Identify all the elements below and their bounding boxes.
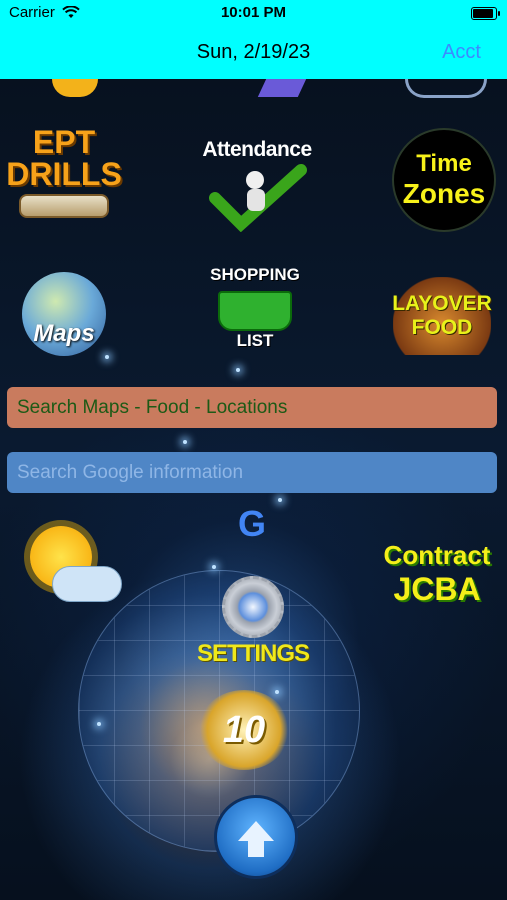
time-label: Time	[416, 150, 472, 177]
ept-label: EPT	[32, 124, 96, 160]
maps-label: Maps	[33, 320, 95, 347]
google-search-input[interactable]	[7, 452, 497, 493]
page-title: Sun, 2/19/23	[196, 41, 311, 63]
header-bar: Carrier 10:01 PM Sun, 2/19/23 Acct	[0, 0, 507, 79]
ept-drills-icon[interactable]: EPT DRILLS	[6, 124, 122, 220]
attendance-icon[interactable]: Attendance	[196, 135, 318, 235]
shopping-list-icon[interactable]: SHOPPING LIST	[198, 258, 312, 358]
anniversary-icon[interactable]: 10	[198, 690, 290, 770]
google-icon[interactable]: G	[232, 503, 272, 544]
list-label: LIST	[236, 331, 274, 350]
jcba-label: JCBA	[393, 571, 481, 607]
sparkle	[275, 690, 279, 694]
arrow-graphic	[238, 821, 274, 857]
sparkle	[105, 355, 109, 359]
cloud-graphic	[52, 566, 122, 602]
weather-icon[interactable]	[22, 522, 124, 622]
clock: 10:01 PM	[220, 4, 287, 21]
up-arrow-icon[interactable]	[214, 795, 298, 879]
basket-graphic	[218, 291, 292, 331]
settings-icon[interactable]: SETTINGS	[197, 572, 310, 672]
checkmark-figure-icon	[209, 164, 307, 232]
drills-label: DRILLS	[6, 156, 122, 192]
shopping-label: SHOPPING	[210, 265, 300, 284]
battery-icon	[471, 7, 500, 20]
pool-graphic	[19, 194, 109, 218]
sparkle	[183, 440, 187, 444]
sparkle	[212, 565, 216, 569]
contract-jcba-icon[interactable]: Contract JCBA	[384, 528, 491, 620]
layover-food-icon[interactable]: LAYOVER FOOD	[392, 277, 492, 355]
maps-icon[interactable]: Maps	[22, 272, 106, 356]
settings-label: SETTINGS	[197, 640, 310, 667]
sparkle	[97, 722, 101, 726]
zones-label: Zones	[402, 178, 486, 209]
maps-search-input[interactable]	[7, 387, 497, 428]
anniversary-number: 10	[222, 708, 266, 751]
time-zones-icon[interactable]: Time Zones	[392, 128, 496, 232]
attendance-label: Attendance	[202, 138, 312, 161]
sparkle	[278, 498, 282, 502]
sparkle	[236, 368, 240, 372]
contract-label: Contract	[383, 540, 491, 570]
partial-tool-icon[interactable]	[257, 79, 307, 97]
gear-graphic	[222, 576, 284, 638]
partial-globe-icon[interactable]	[405, 79, 487, 98]
acct-button[interactable]: Acct	[442, 41, 481, 64]
food-label: FOOD	[411, 316, 473, 339]
layover-label: LAYOVER	[392, 292, 492, 315]
